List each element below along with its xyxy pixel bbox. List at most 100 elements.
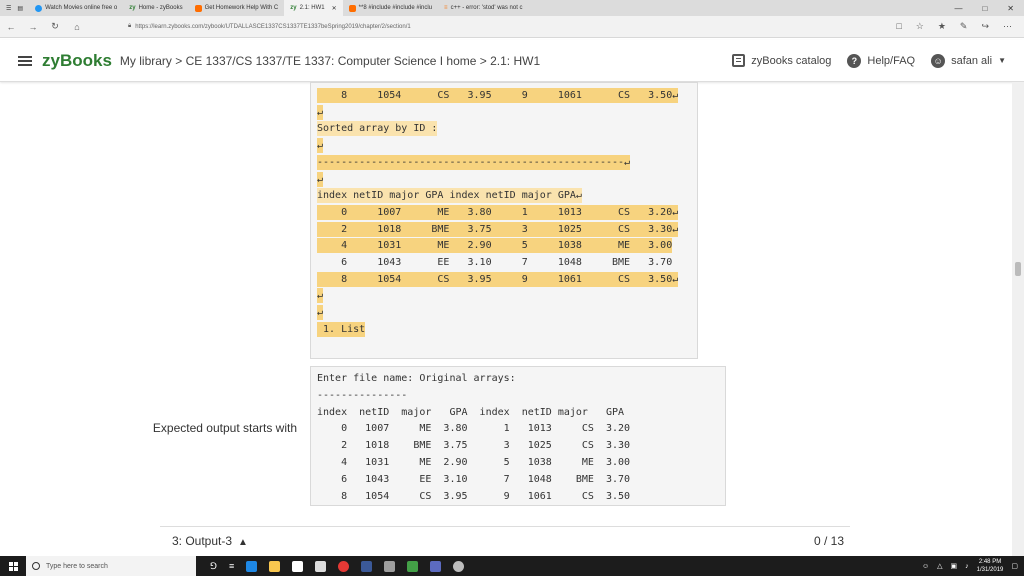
system-tray: ☺ △ ▣ ♪ 2:48 PM 1/31/2019 ▢	[922, 558, 1024, 574]
tab-favicon-icon: ≡	[444, 5, 448, 11]
expected-output-label: Expected output starts with	[152, 421, 297, 435]
edge-icon[interactable]	[246, 560, 258, 572]
tab-favicon-icon	[348, 4, 356, 12]
microphone-icon[interactable]: ⅁	[210, 561, 217, 572]
maximize-icon[interactable]: □	[982, 4, 987, 13]
code-line: 4 1031 ME 2.90 5 1038 ME 3.00	[317, 238, 673, 254]
share-icon[interactable]: ↪	[981, 21, 989, 32]
clock-time: 2:48 PM	[978, 559, 1002, 565]
app-icon[interactable]	[384, 560, 396, 572]
browser-tab-strip: ☰ ▤ Watch Movies online free o zy Home -…	[0, 0, 1024, 16]
menu-icon[interactable]	[18, 54, 32, 68]
game-icon[interactable]	[407, 560, 419, 572]
system-icons: ☰ ▤	[0, 5, 29, 12]
code-line: Sorted array by ID :	[317, 121, 438, 137]
tab-label: 2.1: HW1	[299, 5, 325, 11]
file-explorer-icon[interactable]	[269, 560, 281, 572]
browser-tab-active[interactable]: zy 2.1: HW1 ✕	[284, 0, 343, 16]
browser-tab[interactable]: Get Homework Help With C	[189, 0, 285, 16]
code-line: 6 1043 EE 3.10 7 1048 BME 3.70	[317, 257, 673, 268]
close-window-icon[interactable]: ✕	[1007, 4, 1014, 13]
help-label: Help/FAQ	[867, 54, 916, 67]
notifications-icon[interactable]: ▢	[1011, 562, 1018, 570]
chevron-down-icon: ▼	[998, 56, 1006, 65]
zybooks-header: zyBooks My library > CE 1337/CS 1337/TE …	[0, 40, 1024, 82]
tab-list-icon[interactable]: ▤	[17, 5, 23, 12]
people-icon[interactable]: ☺	[922, 563, 929, 570]
app-icon[interactable]	[453, 560, 465, 572]
scrollbar-thumb[interactable]	[1015, 262, 1021, 276]
home-icon[interactable]: ⌂	[66, 22, 88, 32]
url-field[interactable]: 🔒︎ https://learn.zybooks.com/zybook/UTDA…	[128, 23, 411, 30]
section-label: 3: Output-3	[172, 533, 233, 548]
task-view-icon[interactable]: ≡	[229, 561, 234, 571]
address-bar: ← → ↻ ⌂ 🔒︎ https://learn.zybooks.com/zyb…	[0, 16, 1024, 38]
catalog-link[interactable]: zyBooks catalog	[732, 54, 831, 67]
browser-tab[interactable]: **8 #include #include #inclu	[343, 0, 438, 16]
user-menu[interactable]: ☺ safan ali ▼	[931, 53, 1006, 68]
chevron-up-icon: ▲	[238, 536, 248, 548]
code-line: 6 1043 EE 3.10 7 1048 BME 3.70	[317, 473, 631, 485]
window-controls: — □ ✕	[954, 4, 1024, 13]
favorite-star-icon[interactable]: ☆	[916, 21, 924, 32]
code-line: ---------------	[317, 389, 408, 401]
tab-actions-icon[interactable]: ☰	[6, 5, 11, 12]
browser-tools: □ ☆ ★ ✎ ↪ ⋯	[896, 21, 1024, 32]
back-icon[interactable]: ←	[0, 22, 22, 32]
score: 0 / 13	[813, 533, 844, 548]
help-link[interactable]: ? Help/FAQ	[847, 53, 916, 68]
browser-tab[interactable]: Watch Movies online free o	[29, 0, 123, 16]
more-icon[interactable]: ⋯	[1003, 21, 1012, 32]
code-line: ↵	[317, 138, 324, 154]
zybooks-favicon-icon: zy	[290, 5, 297, 11]
windows-taskbar: Type here to search ⅁ ≡ ☺ △ ▣ ♪ 2:48 PM …	[0, 556, 1024, 576]
code-line: 8 1054 CS 3.95 9 1061 CS 3.50	[317, 490, 631, 502]
reading-view-icon[interactable]: □	[896, 21, 901, 32]
store-icon[interactable]	[292, 560, 304, 572]
taskbar-search[interactable]: Type here to search	[26, 556, 196, 576]
tab-label: Home - zyBooks	[138, 5, 183, 11]
browser-tab[interactable]: ≡ c++ - error: 'stod' was not c	[438, 0, 529, 16]
code-line: ↵	[317, 104, 324, 120]
code-line: index netID major GPA index netID major …	[317, 406, 625, 418]
tab-label: Get Homework Help With C	[204, 5, 279, 11]
expected-output-box: Enter file name: Original arrays: -------…	[310, 366, 726, 506]
code-line: Enter file name: Original arrays:	[317, 373, 516, 384]
tab-label: Watch Movies online free o	[45, 5, 118, 11]
lock-icon: 🔒︎	[128, 23, 132, 29]
user-output-box: 8 1054 CS 3.95 9 1061 CS 3.50↵ ↵ Sorted ar…	[310, 82, 698, 359]
code-line: ----------------------------------------…	[317, 154, 631, 170]
help-question-icon: ?	[847, 53, 862, 68]
user-name: safan ali	[951, 54, 993, 67]
page-scrollbar[interactable]	[1012, 82, 1024, 556]
start-icon[interactable]	[0, 561, 26, 571]
facebook-icon[interactable]	[361, 560, 373, 572]
volume-icon[interactable]: ♪	[965, 563, 969, 570]
pen-icon[interactable]: ✎	[960, 21, 968, 32]
user-avatar-icon: ☺	[931, 53, 946, 68]
tab-label: c++ - error: 'stod' was not c	[450, 5, 523, 11]
test-section-toggle[interactable]: 3: Output-3 ▲	[172, 534, 248, 548]
code-line: 2 1018 BME 3.75 3 1025 CS 3.30↵	[317, 221, 679, 237]
browser-tab[interactable]: zy Home - zyBooks	[123, 0, 188, 16]
tab-favicon-icon	[35, 4, 43, 12]
code-line: 0 1007 ME 3.80 1 1013 CS 3.20	[317, 423, 631, 435]
minimize-icon[interactable]: —	[954, 4, 962, 13]
code-line: 8 1054 CS 3.95 9 1061 CS 3.50↵	[317, 271, 679, 287]
code-line: 2 1018 BME 3.75 3 1025 CS 3.30	[317, 440, 631, 452]
clock[interactable]: 2:48 PM 1/31/2019	[977, 558, 1004, 574]
brand-logo[interactable]: zyBooks	[42, 51, 112, 71]
network-icon[interactable]: ▣	[951, 562, 958, 570]
app-icon[interactable]	[430, 560, 442, 572]
catalog-label: zyBooks catalog	[751, 54, 832, 67]
code-line: 0 1007 ME 3.80 1 1013 CS 3.20↵	[317, 204, 679, 220]
tray-chevron-icon[interactable]: △	[937, 562, 942, 570]
favorites-hub-icon[interactable]: ★	[938, 21, 946, 32]
refresh-icon[interactable]: ↻	[44, 21, 66, 32]
breadcrumb[interactable]: My library > CE 1337/CS 1337/TE 1337: Co…	[120, 54, 540, 68]
search-placeholder: Type here to search	[46, 562, 108, 570]
forward-icon[interactable]: →	[22, 22, 44, 32]
mail-icon[interactable]	[315, 560, 327, 572]
close-tab-icon[interactable]: ✕	[332, 5, 337, 12]
opera-icon[interactable]	[338, 560, 350, 572]
